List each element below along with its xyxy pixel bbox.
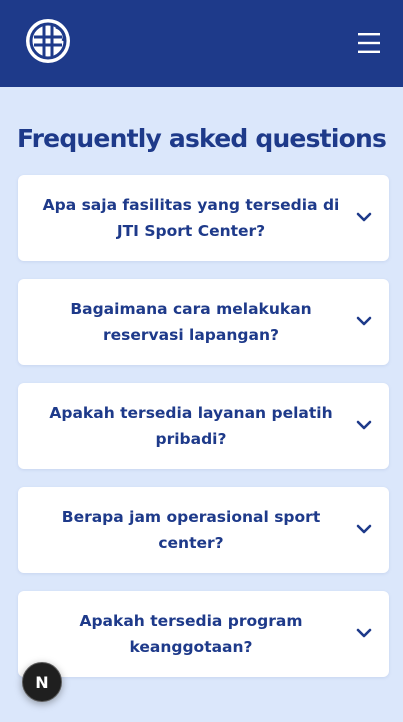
sport-ball-icon [29,22,67,60]
faq-question: Bagaimana cara melakukan reservasi lapan… [70,300,312,344]
faq-question: Apa saja fasilitas yang tersedia di JTI … [42,196,340,240]
faq-question: Berapa jam operasional sport center? [61,508,321,552]
faq-list: Apa saja fasilitas yang tersedia di JTI … [18,175,389,695]
chevron-down-icon [356,524,372,534]
faq-item[interactable]: Apakah tersedia layanan pelatih pribadi? [18,383,389,469]
chevron-down-icon [356,628,372,638]
faq-question: Apakah tersedia program keanggotaan? [79,612,303,656]
chevron-down-icon [356,212,372,222]
nextjs-badge-icon: N [35,672,49,692]
hamburger-menu-icon [358,33,380,53]
faq-item[interactable]: Apakah tersedia program keanggotaan? [18,591,389,677]
faq-item[interactable]: Apa saja fasilitas yang tersedia di JTI … [18,175,389,261]
faq-section: Frequently asked questions Apa saja fasi… [0,87,403,722]
menu-button[interactable] [357,31,381,55]
faq-question: Apakah tersedia layanan pelatih pribadi? [49,404,333,448]
logo[interactable] [26,19,70,63]
chevron-down-icon [356,316,372,326]
chevron-down-icon [356,420,372,430]
nextjs-badge-button[interactable]: N [22,662,62,702]
page-title: Frequently asked questions [16,123,387,153]
top-navbar [0,0,403,87]
faq-item[interactable]: Bagaimana cara melakukan reservasi lapan… [18,279,389,365]
faq-item[interactable]: Berapa jam operasional sport center? [18,487,389,573]
